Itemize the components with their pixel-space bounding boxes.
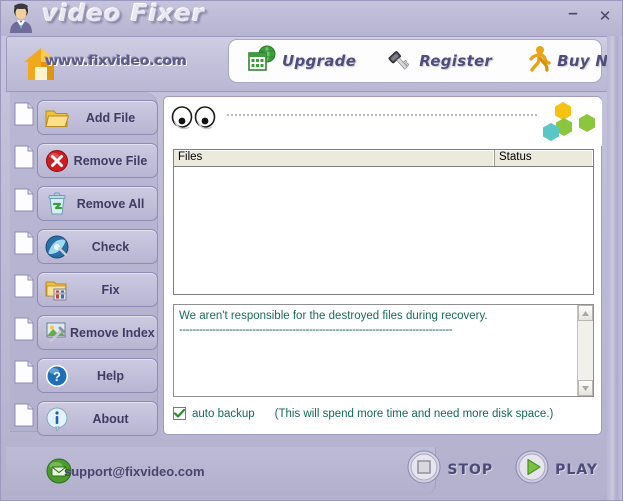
upgrade-button[interactable]: Upgrade bbox=[243, 40, 360, 82]
dotted-divider bbox=[227, 114, 537, 116]
play-label: PLAY bbox=[555, 462, 598, 478]
sidebar: Add File Remove File bbox=[6, 92, 161, 447]
sidebar-item-fix[interactable]: Fix bbox=[37, 272, 158, 307]
buy-now-running-man-icon bbox=[526, 45, 552, 78]
user-avatar-icon bbox=[6, 2, 36, 34]
chevron-up-icon[interactable] bbox=[578, 305, 593, 321]
auto-backup-row: auto backup (This will spend more time a… bbox=[173, 407, 553, 420]
video-fixer-window: video Fixer – ✕ www.fixvideo.com bbox=[0, 0, 623, 501]
document-page-icon bbox=[14, 403, 34, 427]
question-mark-icon: ? bbox=[44, 363, 70, 389]
sidebar-item-remove-index[interactable]: Remove Index bbox=[37, 315, 158, 350]
column-header-files[interactable]: Files bbox=[174, 150, 495, 166]
main-panel: Files Status We aren't responsible for t… bbox=[163, 96, 602, 435]
transport-controls: STOP PLAY bbox=[407, 450, 598, 489]
file-list-header: Files Status bbox=[174, 150, 593, 167]
info-icon bbox=[44, 406, 70, 432]
sidebar-item-check[interactable]: Check bbox=[37, 229, 158, 264]
document-page-icon bbox=[14, 360, 34, 384]
magic-wand-image-icon bbox=[44, 320, 70, 346]
log-text-area[interactable]: We aren't responsible for the destroyed … bbox=[174, 305, 577, 396]
banner bbox=[165, 98, 602, 146]
sidebar-label: Add File bbox=[70, 111, 157, 125]
window-title: video Fixer bbox=[42, 1, 205, 27]
sidebar-item-about[interactable]: About bbox=[37, 401, 158, 436]
sidebar-label: About bbox=[70, 412, 157, 426]
upgrade-calendar-globe-icon bbox=[247, 45, 277, 78]
blue-disc-scan-icon bbox=[44, 234, 70, 260]
auto-backup-checkbox[interactable] bbox=[173, 407, 186, 420]
document-page-icon bbox=[14, 102, 34, 126]
log-panel[interactable]: We aren't responsible for the destroyed … bbox=[173, 304, 594, 397]
register-key-icon bbox=[388, 46, 414, 77]
cartoon-eyes-icon bbox=[171, 104, 219, 130]
sidebar-label: Help bbox=[70, 369, 157, 383]
stop-label: STOP bbox=[447, 462, 493, 478]
sidebar-label: Remove Index bbox=[70, 326, 161, 340]
register-label: Register bbox=[419, 52, 492, 70]
close-button[interactable]: ✕ bbox=[597, 8, 613, 24]
sidebar-label: Fix bbox=[70, 283, 157, 297]
file-list-body[interactable] bbox=[174, 167, 593, 294]
document-page-icon bbox=[14, 188, 34, 212]
red-x-circle-icon bbox=[44, 148, 70, 174]
minimize-button[interactable]: – bbox=[565, 8, 581, 24]
right-edge-decoration bbox=[607, 36, 623, 501]
document-page-icon bbox=[14, 274, 34, 298]
upgrade-label: Upgrade bbox=[282, 52, 356, 70]
play-button[interactable]: PLAY bbox=[515, 450, 598, 489]
window-controls: – ✕ bbox=[565, 8, 613, 24]
svg-text:?: ? bbox=[53, 369, 61, 384]
sidebar-item-help[interactable]: ? Help bbox=[37, 358, 158, 393]
log-message: We aren't responsible for the destroyed … bbox=[179, 309, 572, 323]
recycle-bin-icon bbox=[44, 191, 70, 217]
auto-backup-note: (This will spend more time and need more… bbox=[275, 408, 554, 420]
header-toolbar: Upgrade Register bbox=[228, 39, 602, 83]
folder-toolbox-icon bbox=[44, 277, 70, 303]
transport-bar: STOP PLAY bbox=[6, 443, 606, 495]
stop-button[interactable]: STOP bbox=[407, 450, 493, 489]
register-button[interactable]: Register bbox=[384, 40, 496, 82]
chevron-down-icon[interactable] bbox=[578, 380, 593, 396]
title-bar: video Fixer – ✕ bbox=[0, 0, 623, 36]
sidebar-item-remove-file[interactable]: Remove File bbox=[37, 143, 158, 178]
stop-square-icon bbox=[407, 450, 441, 489]
file-list[interactable]: Files Status bbox=[173, 149, 594, 295]
open-folder-icon bbox=[44, 105, 70, 131]
log-scrollbar[interactable] bbox=[577, 305, 593, 396]
document-page-icon bbox=[14, 317, 34, 341]
column-header-status[interactable]: Status bbox=[495, 150, 593, 166]
hexagon-logo-icon bbox=[536, 100, 598, 142]
sidebar-item-add-file[interactable]: Add File bbox=[37, 100, 158, 135]
site-url-label: www.fixvideo.com bbox=[45, 53, 186, 69]
document-page-icon bbox=[14, 231, 34, 255]
sidebar-label: Remove All bbox=[70, 197, 157, 211]
sidebar-label: Check bbox=[70, 240, 157, 254]
sidebar-item-remove-all[interactable]: Remove All bbox=[37, 186, 158, 221]
auto-backup-label[interactable]: auto backup bbox=[192, 408, 255, 420]
sidebar-label: Remove File bbox=[70, 154, 157, 168]
play-triangle-icon bbox=[515, 450, 549, 489]
log-separator: ----------------------------------------… bbox=[179, 323, 572, 337]
document-page-icon bbox=[14, 145, 34, 169]
